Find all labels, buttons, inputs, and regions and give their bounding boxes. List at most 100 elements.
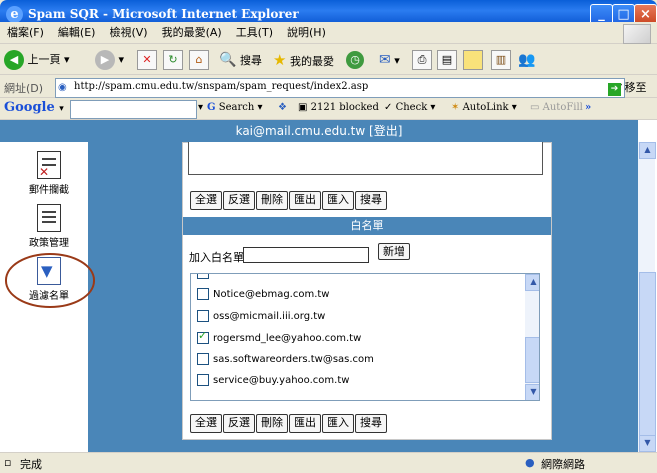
list-item[interactable]: Notice@ebmag.com.tw xyxy=(197,288,329,302)
user-email: kai@mail.cmu.edu.tw xyxy=(235,124,366,138)
scroll-up-icon[interactable]: ▲ xyxy=(525,274,539,291)
address-bar: 網址(D) ◉ http://spam.cmu.edu.tw/snspam/sp… xyxy=(0,76,657,98)
autofill-icon: ▭ xyxy=(530,102,540,113)
mail-button[interactable]: ✉ ▾ xyxy=(379,49,400,71)
export-button[interactable]: 匯出 xyxy=(289,191,321,210)
scroll-down-icon[interactable]: ▼ xyxy=(639,435,656,452)
list-item-partial: ········· xyxy=(197,274,242,281)
page-done-icon: ▫ xyxy=(4,456,12,469)
window-title: Spam SQR - Microsoft Internet Explorer xyxy=(28,7,299,21)
research-button[interactable]: ▥ xyxy=(491,49,511,71)
add-whitelist-input[interactable] xyxy=(243,247,369,263)
toolbar: ◀ 上一頁 ▾ ▶ ▾ ✕ ↻ ⌂ 🔍 搜尋 ★ 我的最愛 ◷ ✉ ▾ ⎙ ▤ … xyxy=(0,45,657,75)
globe-icon: ● xyxy=(525,456,535,469)
print-button[interactable]: ⎙ xyxy=(412,49,432,71)
g-icon: G xyxy=(207,102,216,113)
google-search-button[interactable]: G Search ▾ xyxy=(207,102,263,113)
edit-button[interactable]: ▤ xyxy=(437,49,457,71)
add-button[interactable]: 新增 xyxy=(378,243,410,260)
nav-policy-management[interactable]: 政策管理 xyxy=(14,204,84,249)
messenger-button[interactable]: 👥 xyxy=(518,49,535,71)
top-button-row: 全選 反選 刪除 匯出 匯入 搜尋 xyxy=(190,191,388,211)
menu-edit[interactable]: 編輯(E) xyxy=(51,22,103,44)
entry-checkbox[interactable] xyxy=(197,310,209,322)
history-button[interactable]: ◷ xyxy=(346,49,364,71)
list-scrollbar[interactable]: ▲ ▼ xyxy=(525,274,539,400)
add-whitelist-label: 加入白名單 xyxy=(189,251,244,264)
windows-logo-icon xyxy=(623,24,651,44)
address-input[interactable]: ◉ http://spam.cmu.edu.tw/snspam/spam_req… xyxy=(55,78,625,98)
scroll-thumb[interactable] xyxy=(639,272,656,444)
refresh-icon: ↻ xyxy=(163,50,183,70)
menu-tools[interactable]: 工具(T) xyxy=(229,22,280,44)
address-label: 網址(D) xyxy=(4,82,44,95)
scroll-up-icon[interactable]: ▲ xyxy=(639,142,656,159)
list-item[interactable]: rogersmd_lee@yahoo.com.tw xyxy=(197,329,361,346)
invert-selection-button[interactable]: 反選 xyxy=(223,191,255,210)
menu-file[interactable]: 檔案(F) xyxy=(0,22,51,44)
policy-document-icon xyxy=(37,204,61,232)
nav-mail-intercept[interactable]: ✕ 郵件攔截 xyxy=(14,151,84,196)
nav-divider xyxy=(88,142,96,452)
zone-text: 網際網路 xyxy=(541,458,585,471)
entry-checkbox-checked[interactable] xyxy=(197,329,209,344)
menu-view[interactable]: 檢視(V) xyxy=(102,22,154,44)
refresh-button[interactable]: ↻ xyxy=(163,49,183,71)
delete-button[interactable]: 刪除 xyxy=(256,414,288,433)
menu-favorites[interactable]: 我的最愛(A) xyxy=(155,22,229,44)
back-arrow-icon: ◀ xyxy=(4,50,24,70)
menu-bar: 檔案(F) 編輯(E) 檢視(V) 我的最愛(A) 工具(T) 說明(H) xyxy=(0,22,657,44)
logout-link[interactable]: [登出] xyxy=(369,124,402,138)
user-bar: kai@mail.cmu.edu.tw [登出] xyxy=(0,120,638,142)
search-list-button[interactable]: 搜尋 xyxy=(355,414,387,433)
delete-button[interactable]: 刪除 xyxy=(256,191,288,210)
chevron-down-icon[interactable]: ▾ xyxy=(198,102,203,113)
export-button[interactable]: 匯出 xyxy=(289,414,321,433)
scroll-thumb[interactable] xyxy=(525,337,539,383)
note-icon xyxy=(463,50,483,70)
back-button[interactable]: ◀ 上一頁 ▾ xyxy=(4,49,70,71)
page-icon: ◉ xyxy=(58,82,67,93)
search-button[interactable]: 🔍 搜尋 xyxy=(219,49,262,71)
books-icon: ▥ xyxy=(491,50,511,70)
page-scrollbar[interactable]: ▲ ▼ xyxy=(638,142,656,452)
favorites-button[interactable]: ★ 我的最愛 xyxy=(273,49,334,71)
google-search-input[interactable] xyxy=(70,100,197,119)
more-chevron-icon[interactable]: » xyxy=(585,102,591,113)
scroll-down-icon[interactable]: ▼ xyxy=(525,384,539,400)
whitelist-header: 白名單 xyxy=(183,217,551,235)
blocker-icon: ▣ xyxy=(298,102,308,113)
entry-checkbox[interactable] xyxy=(197,288,209,300)
bottom-button-row: 全選 反選 刪除 匯出 匯入 搜尋 xyxy=(190,414,388,434)
autofill-button[interactable]: ▭ AutoFill xyxy=(530,102,583,113)
import-button[interactable]: 匯入 xyxy=(322,191,354,210)
list-item[interactable]: oss@micmail.iii.org.tw xyxy=(197,310,325,324)
ie-logo-icon: e xyxy=(6,6,23,23)
menu-help[interactable]: 說明(H) xyxy=(280,22,333,44)
autolink-button[interactable]: ✶ AutoLink ▾ xyxy=(451,102,517,113)
selection-highlight xyxy=(5,253,95,308)
list-item[interactable]: service@buy.yahoo.com.tw xyxy=(197,374,349,388)
home-button[interactable]: ⌂ xyxy=(189,49,209,71)
popup-blocker[interactable]: ▣ 2121 blocked xyxy=(298,102,379,113)
invert-selection-button[interactable]: 反選 xyxy=(223,414,255,433)
go-button[interactable]: ➔ 移至 xyxy=(608,79,647,96)
status-bar: ▫ 完成 ● 網際網路 xyxy=(0,452,657,473)
search-icon: 🔍 xyxy=(219,52,237,68)
select-all-button[interactable]: 全選 xyxy=(190,191,222,210)
google-logo[interactable]: Google ▾ xyxy=(4,100,64,115)
status-text: 完成 xyxy=(20,458,42,471)
whitelist-listbox[interactable]: ········· Notice@ebmag.com.tw oss@micmai… xyxy=(190,273,540,401)
spellcheck-button[interactable]: ✓ Check ▾ xyxy=(384,102,435,113)
select-all-button[interactable]: 全選 xyxy=(190,414,222,433)
blacklist-textarea[interactable] xyxy=(188,142,543,175)
list-item[interactable]: sas.softwareorders.tw@sas.com xyxy=(197,353,374,367)
forward-button[interactable]: ▶ ▾ xyxy=(95,49,124,71)
entry-checkbox[interactable] xyxy=(197,374,209,386)
discuss-button[interactable] xyxy=(463,49,483,71)
print-icon: ⎙ xyxy=(412,50,432,70)
search-list-button[interactable]: 搜尋 xyxy=(355,191,387,210)
entry-checkbox[interactable] xyxy=(197,353,209,365)
import-button[interactable]: 匯入 xyxy=(322,414,354,433)
stop-button[interactable]: ✕ xyxy=(137,49,157,71)
